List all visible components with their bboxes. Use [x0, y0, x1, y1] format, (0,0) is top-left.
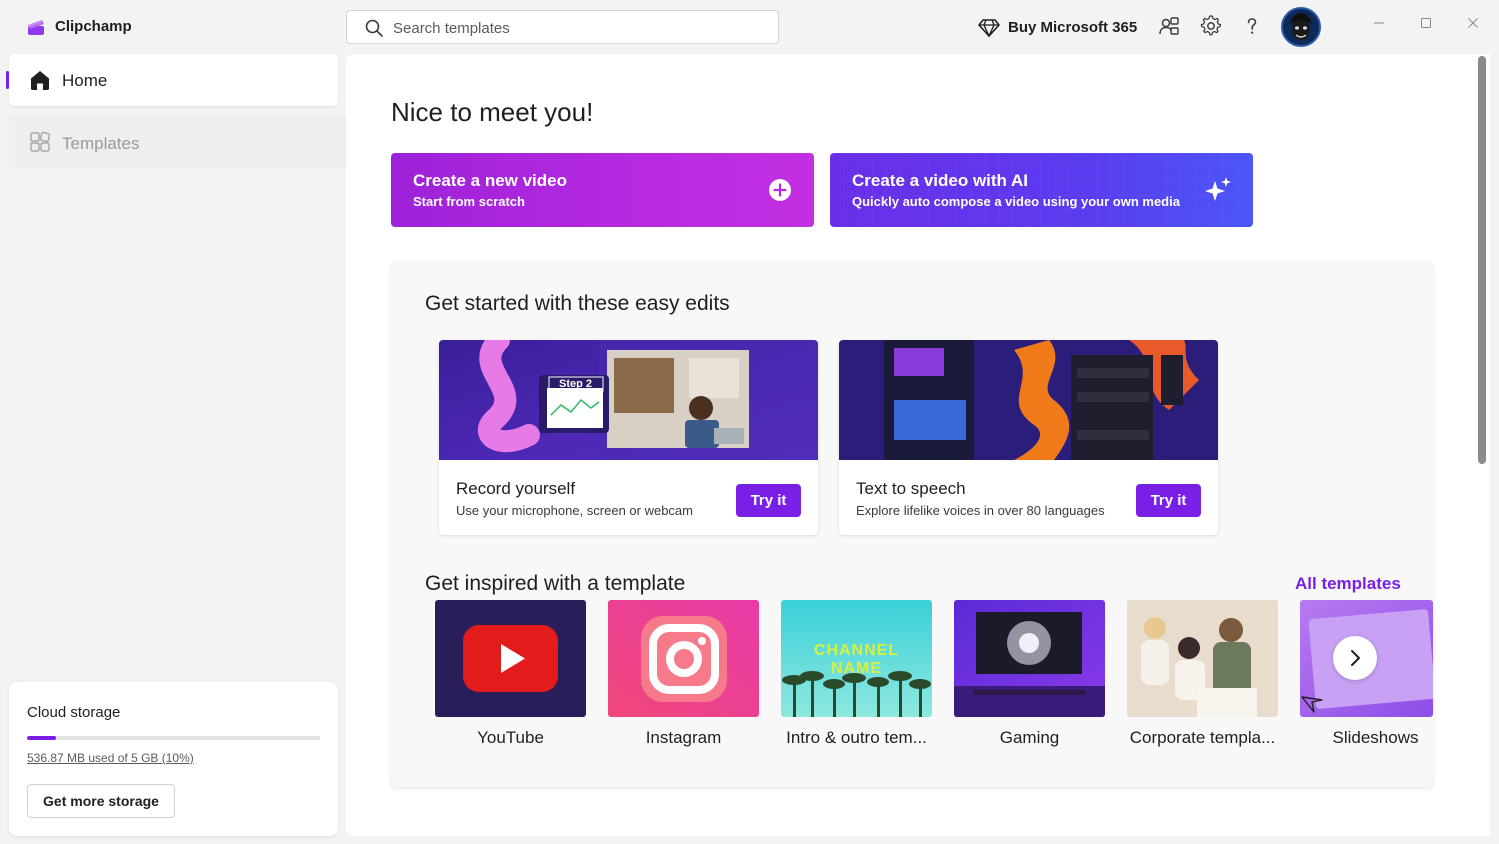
title-bar: Clipchamp Buy Microsoft 365 [0, 0, 1499, 54]
page-title: Nice to meet you! [391, 97, 594, 127]
sidebar-item-templates[interactable]: Templates [9, 116, 346, 168]
storage-title: Cloud storage [27, 704, 121, 721]
template-label: Slideshows [1332, 728, 1419, 747]
cta-title: Create a new video [413, 171, 568, 190]
sidebar: Home Templates Cloud storage 536.87 MB u… [0, 54, 346, 844]
step-badge: Step 2 [559, 378, 593, 390]
get-more-storage-button[interactable]: Get more storage [27, 784, 175, 818]
maximize-icon[interactable] [1416, 13, 1436, 33]
youtube-thumbnail [435, 600, 586, 717]
close-icon[interactable] [1463, 13, 1483, 33]
storage-progress-fill [27, 736, 57, 740]
create-video-with-ai-button[interactable]: Create a video with AI Quickly auto comp… [830, 153, 1253, 227]
card-title: Record yourself [456, 479, 576, 498]
text-to-speech-thumbnail [839, 340, 1218, 460]
search-input[interactable] [393, 17, 753, 39]
templates-icon [30, 131, 51, 152]
active-indicator [6, 71, 9, 89]
sparkle-icon [1205, 177, 1231, 201]
home-icon [31, 71, 49, 90]
template-gaming[interactable]: Gaming [954, 600, 1105, 748]
intro-outro-thumbnail: CHANNEL NAME [781, 600, 932, 717]
search-icon [365, 19, 383, 37]
buy-microsoft-365-button[interactable]: Buy Microsoft 365 [978, 14, 1137, 40]
card-title: Text to speech [856, 479, 966, 498]
main-content: Nice to meet you! Create a new video Sta… [346, 54, 1490, 836]
create-new-video-button[interactable]: Create a new video Start from scratch [391, 153, 814, 227]
cta-subtitle: Start from scratch [413, 194, 525, 209]
templates-next-button[interactable] [1333, 636, 1377, 680]
templates-heading: Get inspired with a template [425, 572, 686, 595]
card-subtitle: Use your microphone, screen or webcam [456, 503, 693, 518]
template-label: YouTube [477, 728, 544, 747]
sidebar-item-home[interactable]: Home [6, 54, 338, 106]
corporate-thumbnail [1127, 600, 1278, 717]
record-yourself-thumbnail: Step 2 [439, 340, 818, 460]
template-youtube[interactable]: YouTube [435, 600, 586, 748]
cta-subtitle: Quickly auto compose a video using your … [852, 194, 1180, 209]
storage-progress-bar [27, 736, 320, 740]
template-label: Intro & outro tem... [786, 728, 927, 747]
search-bar[interactable] [346, 10, 779, 44]
template-intro-outro[interactable]: CHANNEL NAME Intro & outro tem... [781, 600, 932, 748]
all-templates-link[interactable]: All templates [1295, 574, 1401, 594]
app-title: Clipchamp [55, 18, 132, 35]
cta-title: Create a video with AI [852, 171, 1029, 190]
scrollbar-thumb[interactable] [1478, 56, 1486, 464]
cloud-storage-card: Cloud storage 536.87 MB used of 5 GB (10… [9, 682, 338, 836]
gaming-thumbnail [954, 600, 1105, 717]
minimize-icon[interactable] [1369, 13, 1389, 33]
get-started-panel: Get started with these easy edits Step 2… [391, 262, 1433, 787]
user-avatar[interactable] [1281, 7, 1321, 47]
template-label: Instagram [645, 728, 722, 747]
share-people-icon[interactable] [1158, 15, 1180, 37]
chevron-right-icon [1351, 650, 1360, 666]
try-record-yourself-button[interactable]: Try it [736, 484, 801, 517]
channel-name-text: CHANNEL NAME [813, 642, 900, 677]
instagram-thumbnail [608, 600, 759, 717]
easy-edits-heading: Get started with these easy edits [425, 292, 730, 315]
diamond-icon [978, 19, 1000, 38]
template-label: Corporate templa... [1129, 728, 1276, 747]
record-yourself-card[interactable]: Step 2 Record yourself Use your micropho… [439, 340, 818, 535]
template-corporate[interactable]: Corporate templa... [1127, 600, 1278, 748]
text-to-speech-card[interactable]: Text to speech Explore lifelike voices i… [839, 340, 1218, 535]
help-icon[interactable] [1241, 15, 1263, 37]
storage-usage-link[interactable]: 536.87 MB used of 5 GB (10%) [27, 751, 194, 765]
template-label: Gaming [999, 728, 1060, 747]
settings-gear-icon[interactable] [1200, 15, 1222, 37]
try-text-to-speech-button[interactable]: Try it [1136, 484, 1201, 517]
plus-circle-icon [769, 179, 791, 201]
avatar-image [1283, 9, 1319, 45]
card-subtitle: Explore lifelike voices in over 80 langu… [856, 503, 1105, 518]
buy-microsoft-365-label: Buy Microsoft 365 [1008, 18, 1138, 36]
sidebar-item-label: Templates [62, 134, 140, 153]
sidebar-item-label: Home [62, 71, 108, 90]
template-instagram[interactable]: Instagram [608, 600, 759, 748]
clipchamp-logo-icon [28, 20, 44, 35]
